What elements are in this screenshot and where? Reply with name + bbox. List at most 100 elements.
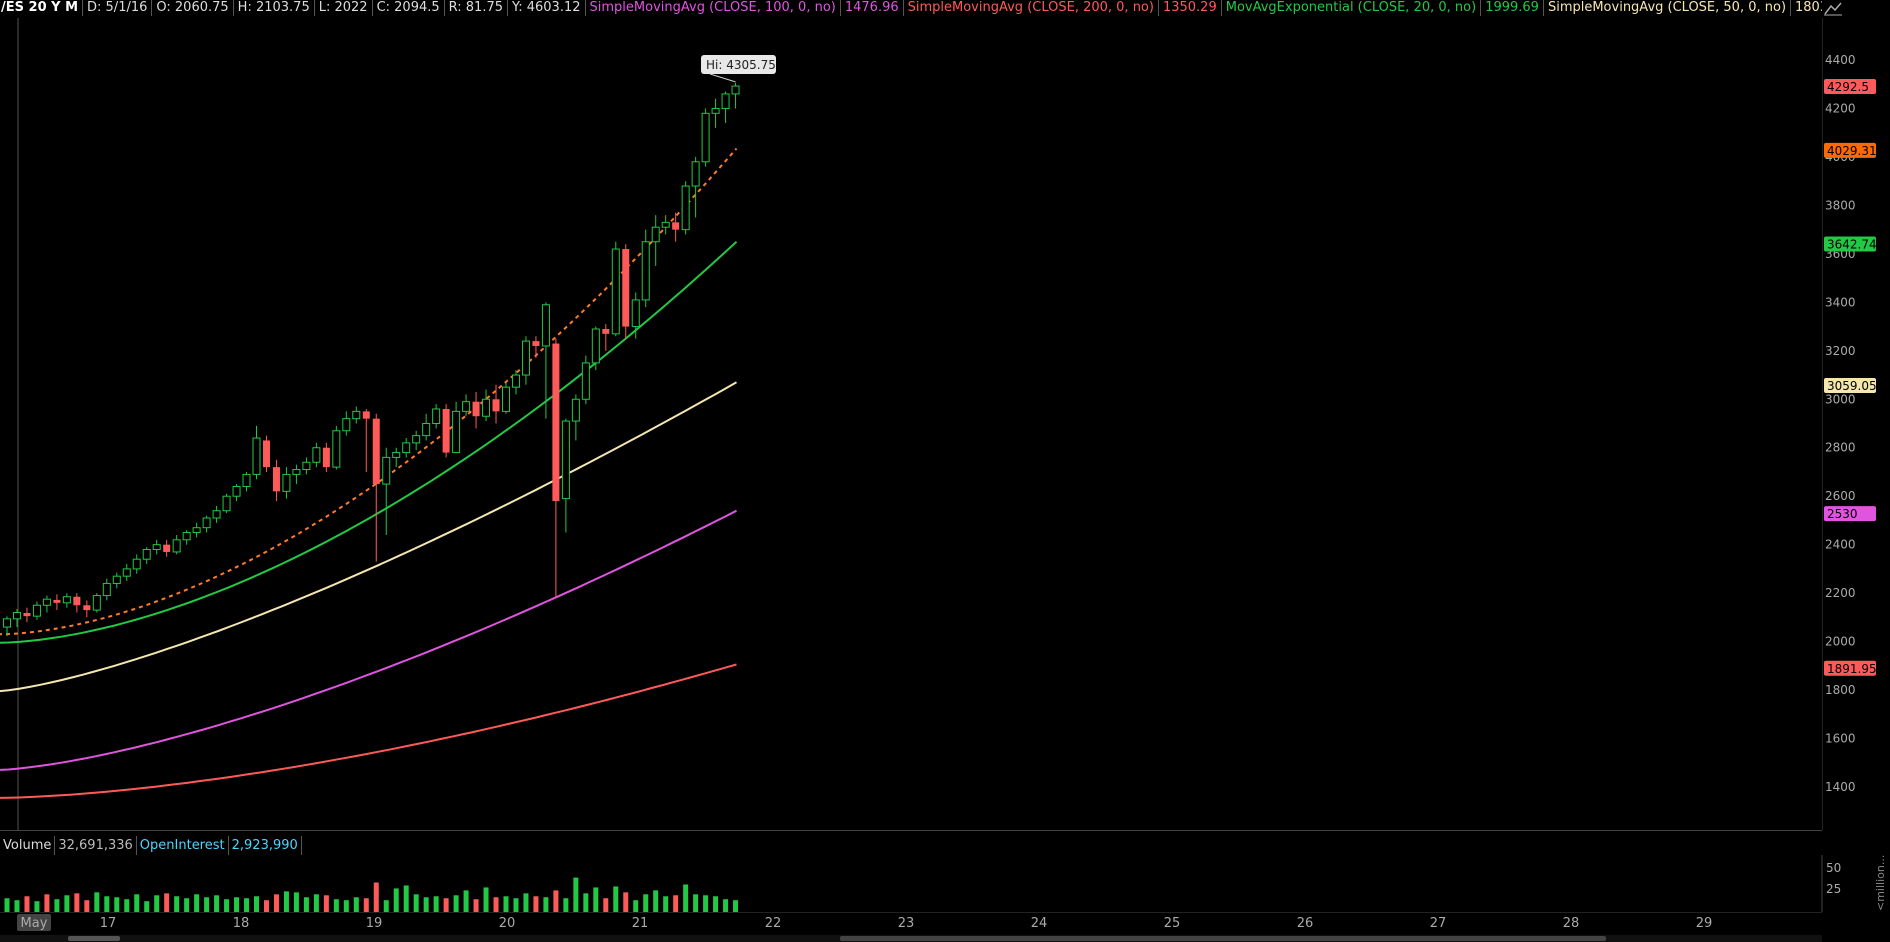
candle-body[interactable] xyxy=(83,605,91,611)
volume-bar xyxy=(393,888,399,912)
candle-body[interactable] xyxy=(92,595,101,611)
candle-body[interactable] xyxy=(132,558,141,570)
candle-body[interactable] xyxy=(252,437,261,475)
candle-body[interactable] xyxy=(442,408,450,453)
candle-body[interactable] xyxy=(62,596,71,604)
candle-body[interactable] xyxy=(631,299,640,328)
candle-body[interactable] xyxy=(382,456,391,485)
candle-body[interactable] xyxy=(701,112,710,163)
study-label[interactable]: SimpleMovingAvg (CLOSE, 200, 0, no) xyxy=(904,0,1159,16)
study-label[interactable]: SimpleMovingAvg (CLOSE, 50, 0, no) xyxy=(1544,0,1792,16)
candle-body[interactable] xyxy=(32,604,41,617)
candle-body[interactable] xyxy=(262,440,270,468)
candle-body[interactable] xyxy=(42,598,51,606)
candle-body[interactable] xyxy=(622,249,630,327)
candle-body[interactable] xyxy=(681,185,690,231)
candle-body[interactable] xyxy=(462,401,471,412)
volume-label[interactable]: Volume xyxy=(0,836,56,855)
price-tick: 1400 xyxy=(1825,780,1856,794)
candle-body[interactable] xyxy=(472,401,480,417)
candle-body[interactable] xyxy=(272,467,280,492)
volume-bar xyxy=(363,898,369,912)
candle-body[interactable] xyxy=(73,596,81,606)
candle-body[interactable] xyxy=(412,435,421,444)
price-chart[interactable]: Hi: 4305.75 xyxy=(0,18,1822,830)
candle-body[interactable] xyxy=(511,374,520,388)
candle-body[interactable] xyxy=(521,340,530,376)
candle-body[interactable] xyxy=(12,612,21,620)
open-interest-label[interactable]: OpenInterest xyxy=(137,836,229,855)
volume-bar xyxy=(164,893,170,912)
time-scrollbar[interactable] xyxy=(0,935,1822,942)
study-label[interactable]: MovAvgExponential (CLOSE, 20, 0, no) xyxy=(1222,0,1482,16)
candle-body[interactable] xyxy=(3,618,11,628)
candle-body[interactable] xyxy=(422,423,431,437)
symbol-label[interactable]: /ES 20 Y M xyxy=(0,0,84,16)
candle-body[interactable] xyxy=(322,447,330,468)
candle-body[interactable] xyxy=(591,328,600,364)
candle-body[interactable] xyxy=(661,221,670,228)
candle-body[interactable] xyxy=(222,495,231,512)
panel-divider[interactable] xyxy=(0,830,1822,831)
candle-body[interactable] xyxy=(192,527,201,534)
candle-body[interactable] xyxy=(292,469,301,475)
candle-body[interactable] xyxy=(651,226,660,243)
candle-body[interactable] xyxy=(721,93,730,109)
candle-body[interactable] xyxy=(152,544,161,551)
candle-body[interactable] xyxy=(122,568,131,577)
candle-body[interactable] xyxy=(502,386,510,412)
volume-bar xyxy=(593,887,599,912)
price-tick: 3000 xyxy=(1825,392,1856,406)
candle-body[interactable] xyxy=(532,341,540,346)
candle-body[interactable] xyxy=(112,575,121,584)
candle-body[interactable] xyxy=(142,549,151,560)
price-tick: 2000 xyxy=(1825,635,1856,649)
candle-body[interactable] xyxy=(392,452,401,458)
scrollbar-left-segment[interactable] xyxy=(68,936,120,941)
candle-body[interactable] xyxy=(432,408,441,424)
candle-body[interactable] xyxy=(731,85,740,95)
candle-body[interactable] xyxy=(602,328,610,334)
volume-bar xyxy=(523,893,529,912)
candle-body[interactable] xyxy=(362,411,370,419)
volume-chart[interactable]: 50 25 <million... xyxy=(0,855,1890,912)
candle-body[interactable] xyxy=(312,447,321,463)
candle-body[interactable] xyxy=(402,442,411,454)
study-label[interactable]: SimpleMovingAvg (CLOSE, 100, 0, no) xyxy=(586,0,841,16)
candle-body[interactable] xyxy=(561,420,570,500)
candle-body[interactable] xyxy=(342,418,351,432)
candle-body[interactable] xyxy=(212,510,221,519)
candle-body[interactable] xyxy=(202,517,211,529)
candle-body[interactable] xyxy=(492,399,500,412)
time-label: 17 xyxy=(100,916,117,931)
candle-body[interactable] xyxy=(242,473,251,488)
candle-body[interactable] xyxy=(163,544,171,552)
candle-body[interactable] xyxy=(691,161,700,187)
candle-body[interactable] xyxy=(102,582,111,597)
candle-body[interactable] xyxy=(182,532,191,541)
volume-bar xyxy=(563,898,569,912)
candle-body[interactable] xyxy=(352,410,361,420)
candle-body[interactable] xyxy=(372,418,380,485)
candle-body[interactable] xyxy=(571,398,580,422)
candle-body[interactable] xyxy=(332,430,341,468)
volume-bar xyxy=(343,900,349,912)
candle-body[interactable] xyxy=(282,473,291,492)
candle-body[interactable] xyxy=(641,241,650,301)
candle-body[interactable] xyxy=(672,222,680,230)
candle-body[interactable] xyxy=(611,248,620,335)
candle-body[interactable] xyxy=(711,107,720,114)
candle-body[interactable] xyxy=(53,599,61,603)
candle-body[interactable] xyxy=(23,613,31,617)
candle-body[interactable] xyxy=(452,410,461,454)
candle-body[interactable] xyxy=(172,539,181,553)
candle-body[interactable] xyxy=(232,486,241,497)
candle-body[interactable] xyxy=(581,362,590,400)
scrollbar-thumb[interactable] xyxy=(840,936,1606,941)
candle-body[interactable] xyxy=(552,343,560,502)
candle-body[interactable] xyxy=(541,304,550,347)
chart-style-icon[interactable] xyxy=(1822,0,1844,17)
candle-body[interactable] xyxy=(302,461,311,471)
volume-bar xyxy=(713,896,719,912)
candle-body[interactable] xyxy=(482,398,491,417)
